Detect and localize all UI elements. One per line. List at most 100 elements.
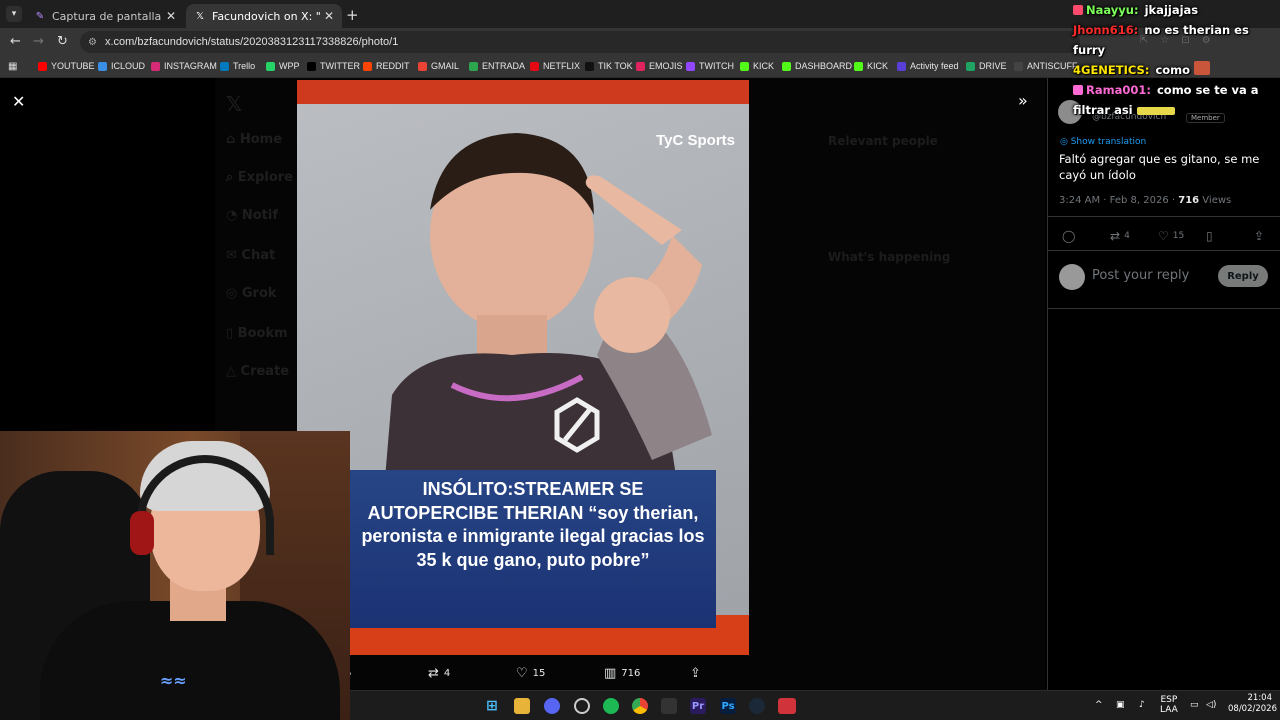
bookmark-label: TWITCH	[699, 61, 734, 71]
photo-repost-button[interactable]: ⇄ 4	[428, 666, 450, 681]
ghost-nav-grok: ◎ Grok	[226, 286, 277, 301]
repost-icon: ⇄	[428, 666, 439, 681]
gmail-icon	[418, 61, 427, 71]
language-indicator[interactable]: ESP LAA	[1160, 695, 1178, 715]
site-info-icon[interactable]: ⚙	[88, 37, 97, 48]
steam-icon[interactable]	[749, 698, 765, 714]
photoshop-icon[interactable]: Ps	[720, 698, 736, 714]
reply-button[interactable]: ◯	[1062, 229, 1079, 243]
back-arrow-icon[interactable]: ←	[10, 34, 21, 49]
app-icon[interactable]	[778, 698, 796, 714]
icloud-icon	[98, 61, 107, 71]
photo-share-button[interactable]: ⇪	[690, 666, 706, 681]
bar-chart-icon: ▥	[604, 666, 617, 681]
chat-message-continued: furry	[1073, 40, 1280, 60]
discord-icon[interactable]	[544, 698, 560, 714]
kick-icon	[740, 61, 749, 71]
bookmark-netflix[interactable]: NETFLIX	[530, 61, 580, 71]
bookmark-label: TWITTER	[320, 61, 360, 71]
tab-lightshot[interactable]: ✎ Captura de pantalla por Lightshot ✕	[26, 4, 184, 28]
bookmark-wpp[interactable]: WPP	[266, 61, 300, 71]
bookmark-label: KICK	[753, 61, 775, 71]
bookmark-antiscuff[interactable]: ANTISCUFF	[1014, 61, 1078, 71]
photo-views-button[interactable]: ▥ 716	[604, 666, 640, 681]
like-button[interactable]: ♡ 15	[1158, 229, 1184, 243]
photo-like-button[interactable]: ♡ 15	[516, 666, 545, 681]
bookmark-youtube[interactable]: YOUTUBE	[38, 61, 95, 71]
show-translation-link[interactable]: ◎ Show translation	[1060, 137, 1146, 147]
bookmark-entrada[interactable]: ENTRADA	[469, 61, 525, 71]
bookmark-twitter[interactable]: TWITTER	[307, 61, 360, 71]
bookmark-kick[interactable]: KICK	[740, 61, 774, 71]
volume-icon[interactable]: ◁)	[1206, 700, 1216, 710]
share-button[interactable]: ⇪	[1254, 229, 1268, 243]
tweet-photo[interactable]: TyC Sports INSÓLITO:STREAMER SE AUTOPERC…	[297, 80, 749, 655]
reload-icon[interactable]: ↻	[57, 34, 68, 49]
chat-badge-icon	[1073, 5, 1083, 15]
chat-emote-icon	[1194, 61, 1211, 75]
photo-like-count: 15	[532, 668, 546, 679]
bookmark-tik-tok[interactable]: TIK TOK	[585, 61, 633, 71]
premiere-pro-icon[interactable]: Pr	[690, 698, 706, 714]
bookmark-label: INSTAGRAM	[164, 61, 217, 71]
share-icon: ⇪	[690, 666, 701, 681]
bookmark-icon: ▯	[1206, 229, 1213, 243]
ghost-nav-home: ⌂ Home	[226, 132, 283, 147]
bookmark-trello[interactable]: Trello	[220, 61, 255, 71]
tweet-timestamp[interactable]: 3:24 AM · Feb 8, 2026 ·	[1059, 195, 1178, 206]
repost-icon: ⇄	[1110, 229, 1121, 243]
app-icon[interactable]	[661, 698, 677, 714]
address-bar[interactable]: ⚙ x.com/bzfacundovich/status/20203831231…	[80, 31, 1080, 53]
tab-search-button[interactable]: ▾	[6, 6, 22, 22]
bookmark-dashboard[interactable]: DASHBOARD	[782, 61, 852, 71]
taskbar-clock[interactable]: 21:04 08/02/2026	[1228, 693, 1277, 715]
show-translation-label: Show translation	[1070, 137, 1147, 147]
bookmark-twitch[interactable]: TWITCH	[686, 61, 734, 71]
bookmark-gmail[interactable]: GMAIL	[418, 61, 459, 71]
obs-icon[interactable]	[574, 698, 590, 714]
reply-submit-button[interactable]: Reply	[1218, 265, 1268, 287]
tab-x-post[interactable]: 𝕏 Facundovich on X: "Faltó agregar ✕	[186, 4, 342, 28]
bookmark-label: TIK TOK	[598, 61, 633, 71]
windows-start-icon[interactable]: ⊞	[484, 698, 500, 714]
clock-time: 21:04	[1247, 693, 1273, 703]
language-top: ESP	[1160, 695, 1178, 705]
expand-panel-icon[interactable]: »	[1018, 91, 1028, 110]
close-viewer-icon[interactable]: ✕	[12, 92, 25, 111]
bookmark-emojis[interactable]: EMOJIS	[636, 61, 683, 71]
chat-message: Rama001: como se te va a	[1073, 80, 1280, 100]
microphone-icon[interactable]: ♪	[1139, 700, 1145, 710]
spotify-icon[interactable]	[603, 698, 619, 714]
reddit-icon	[363, 61, 372, 71]
kick-icon	[854, 61, 863, 71]
photo-repost-count: 4	[443, 668, 451, 679]
bookmark-button[interactable]: ▯	[1206, 229, 1217, 243]
translate-icon: ◎	[1060, 137, 1071, 147]
chat-emote-icon	[1136, 107, 1175, 115]
repost-button[interactable]: ⇄ 4	[1110, 229, 1130, 243]
forward-arrow-icon[interactable]: →	[33, 34, 44, 49]
tray-app-icon[interactable]: ▣	[1116, 700, 1125, 710]
share-icon: ⇪	[1254, 229, 1265, 243]
bookmark-instagram[interactable]: INSTAGRAM	[151, 61, 217, 71]
apps-grid-icon[interactable]: ▦	[8, 61, 17, 72]
network-icon[interactable]: ▭	[1190, 700, 1199, 710]
reply-input[interactable]: Post your reply	[1092, 268, 1189, 283]
bookmark-kick[interactable]: KICK	[854, 61, 888, 71]
reply-bubble-icon: ◯	[1062, 229, 1076, 243]
bookmark-reddit[interactable]: REDDIT	[363, 61, 410, 71]
file-explorer-icon[interactable]	[514, 698, 530, 714]
clock-date: 08/02/2026	[1228, 704, 1277, 714]
bookmark-icloud[interactable]: ICLOUD	[98, 61, 145, 71]
bookmark-activity-feed[interactable]: Activity feed	[897, 61, 959, 71]
new-tab-button[interactable]: +	[346, 6, 359, 24]
chrome-icon[interactable]	[632, 698, 648, 714]
bookmark-drive[interactable]: DRIVE	[966, 61, 1007, 71]
twitch-icon	[686, 61, 695, 71]
tab-title: Facundovich on X: "Faltó agregar	[212, 9, 320, 23]
close-tab-icon[interactable]: ✕	[324, 9, 334, 23]
bookmark-label: REDDIT	[376, 61, 410, 71]
chevron-up-icon[interactable]: ^	[1095, 700, 1103, 710]
close-tab-icon[interactable]: ✕	[166, 9, 176, 23]
bookmark-label: KICK	[867, 61, 889, 71]
